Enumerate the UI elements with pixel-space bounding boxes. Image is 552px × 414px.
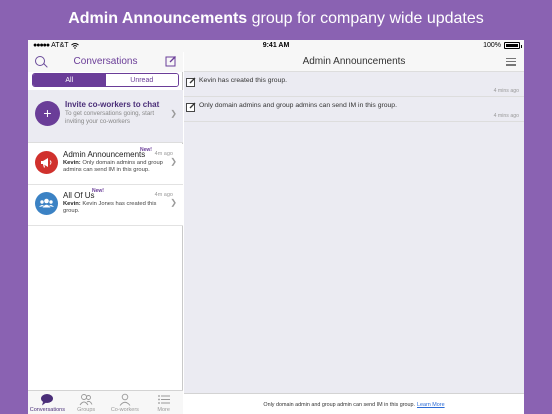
edit-icon	[186, 77, 196, 87]
ipad-screen: ●●●●● AT&T 9:41 AM 100% Conversations Al…	[28, 40, 524, 414]
invite-title: Invite co-workers to chat	[65, 100, 160, 109]
preview-sender: Kevin:	[63, 160, 81, 166]
message-text: Only domain admins and group admins can …	[199, 102, 397, 109]
chat-pane: Admin Announcements Kevin has created th…	[184, 52, 524, 414]
megaphone-icon	[35, 151, 58, 174]
tab-label: Co-workers	[110, 407, 139, 413]
chat-footer: Only domain admin and group admin can se…	[184, 393, 524, 414]
conversations-nav-bar: Conversations	[28, 52, 183, 72]
conversations-pane: Conversations All Unread + Invite co-wor…	[28, 52, 183, 414]
invite-coworkers-row[interactable]: + Invite co-workers to chat To get conve…	[28, 90, 183, 143]
invite-subtitle: To get conversations going, start inviti…	[65, 110, 155, 125]
edit-icon	[186, 102, 196, 112]
battery-percent: 100%	[483, 42, 501, 49]
conversation-preview: Kevin: Kevin Jones has created this grou…	[63, 201, 168, 215]
tab-label: More	[157, 407, 170, 413]
tab-label: Groups	[77, 407, 96, 413]
message-time: 4 mins ago	[493, 113, 519, 119]
footer-notice: Only domain admin and group admin can se…	[263, 402, 416, 408]
tab-label: Conversations	[29, 407, 65, 413]
groups-icon	[79, 394, 93, 406]
chat-bubble-icon	[41, 394, 54, 406]
tab-groups[interactable]: Groups	[67, 391, 106, 414]
battery-status: 100%	[483, 42, 522, 49]
chevron-right-icon: ❯	[170, 198, 177, 207]
new-badge: New!	[92, 188, 104, 194]
system-message: Only domain admins and group admins can …	[184, 98, 524, 122]
group-people-icon	[35, 192, 58, 215]
promo-caption: Admin Announcements group for company wi…	[0, 10, 552, 28]
compose-icon[interactable]	[165, 55, 177, 67]
conversations-title: Conversations	[73, 56, 138, 67]
conversation-name: Admin Announcements	[63, 150, 146, 159]
tab-bar: Conversations Groups Co-workers More	[28, 390, 183, 414]
conversation-preview: Kevin: Only domain admins and group admi…	[63, 160, 168, 174]
conversation-item-admin-announcements[interactable]: Admin Announcements New! 4m ago Kevin: O…	[28, 144, 183, 185]
status-bar: ●●●●● AT&T 9:41 AM 100%	[28, 40, 524, 52]
battery-icon	[504, 42, 522, 49]
message-text: Kevin has created this group.	[199, 77, 288, 84]
tab-co-workers[interactable]: Co-workers	[106, 391, 145, 414]
tab-more[interactable]: More	[144, 391, 183, 414]
chevron-right-icon: ❯	[170, 157, 177, 166]
new-badge: New!	[140, 147, 152, 153]
conversation-name: All Of Us	[63, 191, 95, 200]
status-time: 9:41 AM	[262, 42, 290, 49]
system-message: Kevin has created this group. 4 mins ago	[184, 73, 524, 97]
filter-unread-segment[interactable]: Unread	[105, 74, 178, 86]
preview-sender: Kevin:	[63, 201, 81, 207]
chevron-right-icon: ❯	[170, 109, 177, 118]
filter-all-segment[interactable]: All	[33, 74, 106, 86]
plus-icon: +	[35, 101, 60, 126]
tab-conversations[interactable]: Conversations	[28, 391, 67, 414]
conversation-item-all-of-us[interactable]: All Of Us New! 4m ago Kevin: Kevin Jones…	[28, 185, 183, 226]
more-list-icon	[157, 395, 170, 404]
message-time: 4 mins ago	[493, 88, 519, 94]
hamburger-menu-icon[interactable]	[506, 58, 516, 66]
learn-more-link[interactable]: Learn More	[417, 402, 445, 408]
person-icon	[119, 393, 131, 406]
promo-caption-strong: Admin Announcements	[68, 10, 248, 27]
filter-segmented-control: All Unread	[32, 73, 179, 87]
chat-title: Admin Announcements	[302, 56, 406, 67]
chat-nav-bar: Admin Announcements	[184, 52, 524, 72]
promo-caption-rest: group for company wide updates	[247, 10, 484, 27]
